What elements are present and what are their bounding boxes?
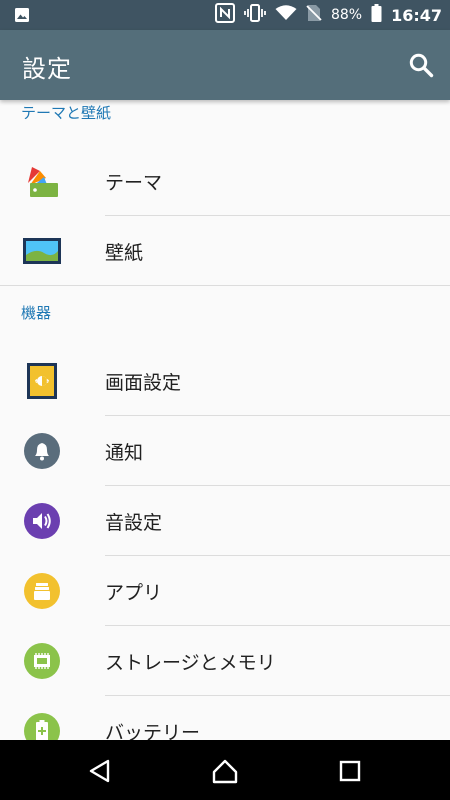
wifi-icon [275, 5, 297, 25]
section-header-theme-wallpaper: テーマと壁紙 [21, 104, 112, 122]
list-item-apps[interactable]: アプリ [0, 556, 450, 626]
item-label: 音設定 [105, 512, 163, 534]
item-label: 壁紙 [105, 242, 144, 264]
recents-icon[interactable] [336, 757, 364, 785]
home-icon[interactable] [211, 757, 239, 785]
item-label: アプリ [105, 582, 163, 604]
app-bar: 設定 [0, 30, 450, 100]
volume-icon [22, 501, 62, 541]
bell-icon [22, 431, 62, 471]
display-icon [22, 361, 62, 401]
settings-screen: 88% 16:47 設定 テーマと壁紙 テーマ 壁紙 機器 画面設定 通知 音設… [0, 0, 450, 800]
battery-percent: 88% [330, 7, 363, 23]
theme-icon [22, 161, 62, 201]
list-item-display[interactable]: 画面設定 [0, 346, 450, 416]
apps-icon [22, 571, 62, 611]
status-bar: 88% 16:47 [0, 0, 450, 30]
section-divider [0, 285, 450, 286]
battery-icon [22, 711, 62, 740]
section-header-device: 機器 [21, 304, 52, 322]
list-item-wallpaper[interactable]: 壁紙 [0, 216, 450, 286]
list-item-storage[interactable]: ストレージとメモリ [0, 626, 450, 696]
item-label: ストレージとメモリ [105, 652, 276, 674]
no-sim-icon [306, 4, 322, 26]
storage-icon [22, 641, 62, 681]
item-label: 画面設定 [105, 372, 182, 394]
clock: 16:47 [391, 5, 442, 25]
back-icon[interactable] [86, 757, 114, 785]
item-label: 通知 [105, 442, 144, 464]
search-icon[interactable] [408, 52, 434, 78]
battery-icon [371, 4, 382, 26]
item-label: テーマ [105, 172, 163, 194]
item-label: バッテリー [105, 722, 201, 740]
nfc-icon [214, 3, 235, 27]
wallpaper-icon [22, 231, 62, 271]
page-title: 設定 [22, 55, 72, 83]
list-item-battery[interactable]: バッテリー [0, 696, 450, 740]
list-item-sound[interactable]: 音設定 [0, 486, 450, 556]
navigation-bar [0, 740, 450, 800]
list-item-theme[interactable]: テーマ [0, 146, 450, 216]
settings-list: テーマと壁紙 テーマ 壁紙 機器 画面設定 通知 音設定 アプリ ストレージとメ… [0, 100, 450, 740]
list-item-notifications[interactable]: 通知 [0, 416, 450, 486]
vibrate-icon [244, 4, 266, 26]
image-icon [14, 7, 30, 27]
